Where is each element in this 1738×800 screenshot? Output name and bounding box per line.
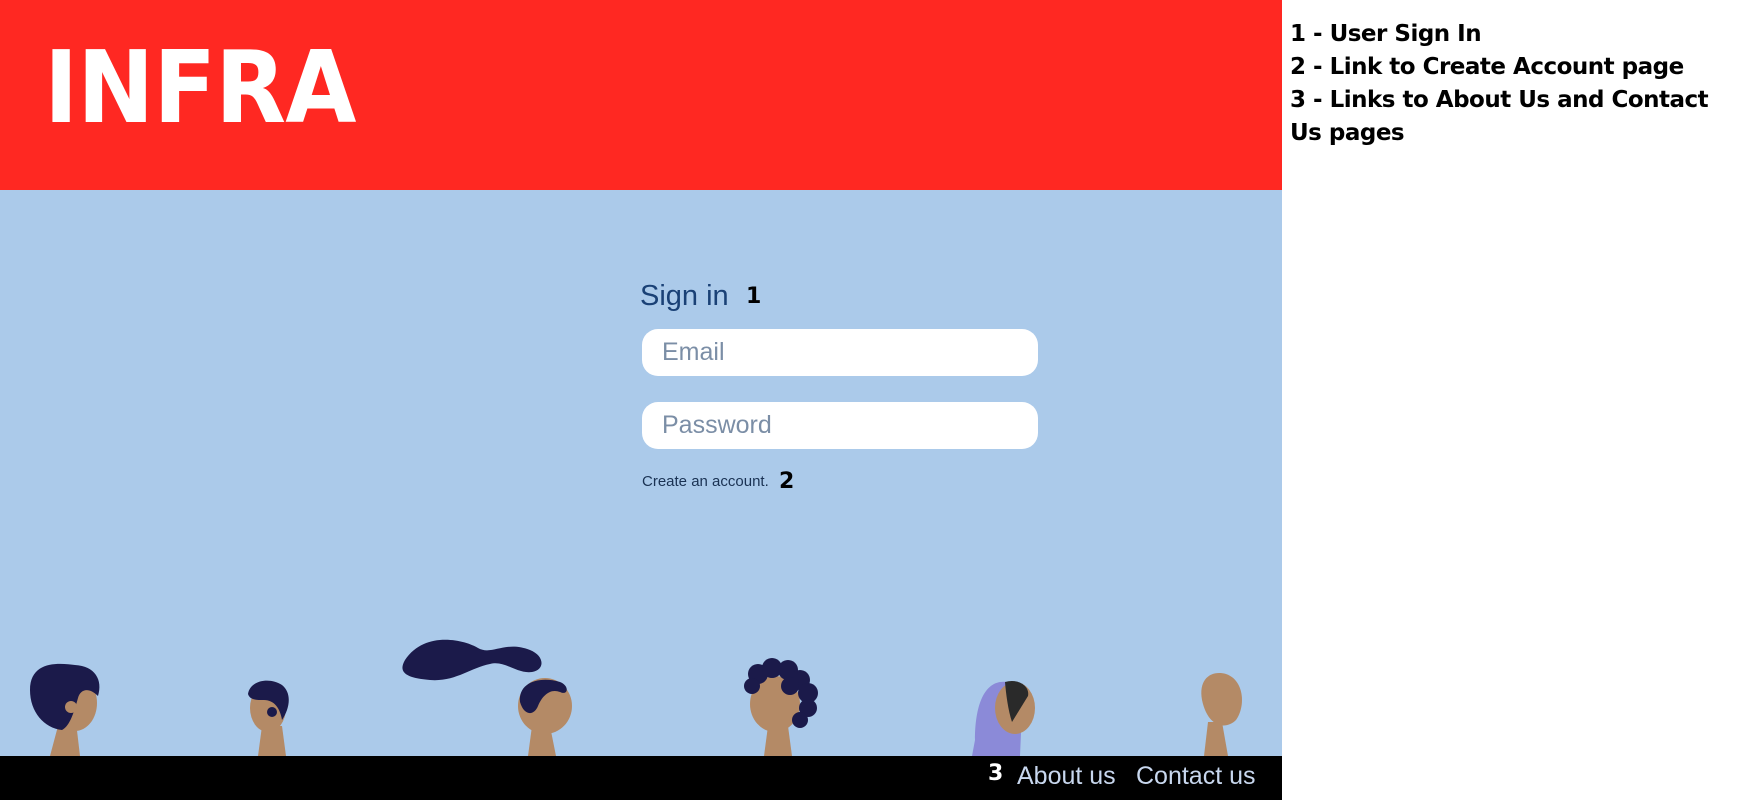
person-figure <box>248 680 289 756</box>
person-figure <box>402 639 572 756</box>
legend-item: 3 - Links to About Us and Contact Us pag… <box>1290 87 1709 146</box>
email-input[interactable] <box>642 329 1038 376</box>
person-figure <box>744 658 818 756</box>
about-us-link[interactable]: About us <box>1017 762 1116 791</box>
people-illustration <box>30 639 1242 756</box>
person-figure <box>1201 673 1242 756</box>
legend-item: 2 - Link to Create Account page <box>1290 54 1684 80</box>
password-input[interactable] <box>642 402 1038 449</box>
app-mockup: INFRA Sign in 1 Create an account. 2 <box>0 0 1282 800</box>
annotation-marker-3: 3 <box>988 761 1004 786</box>
contact-us-link[interactable]: Contact us <box>1136 762 1256 791</box>
annotation-marker-1: 1 <box>746 284 762 309</box>
header-bar: INFRA <box>0 0 1282 190</box>
person-figure <box>972 680 1035 756</box>
brand-logo[interactable]: INFRA <box>44 38 356 138</box>
annotation-marker-2: 2 <box>779 469 795 494</box>
create-account-link[interactable]: Create an account. <box>642 473 769 490</box>
annotation-legend: 1 - User Sign In 2 - Link to Create Acco… <box>1290 18 1720 150</box>
legend-item: 1 - User Sign In <box>1290 21 1482 47</box>
signin-title: Sign in <box>640 280 729 312</box>
person-figure <box>30 663 100 756</box>
